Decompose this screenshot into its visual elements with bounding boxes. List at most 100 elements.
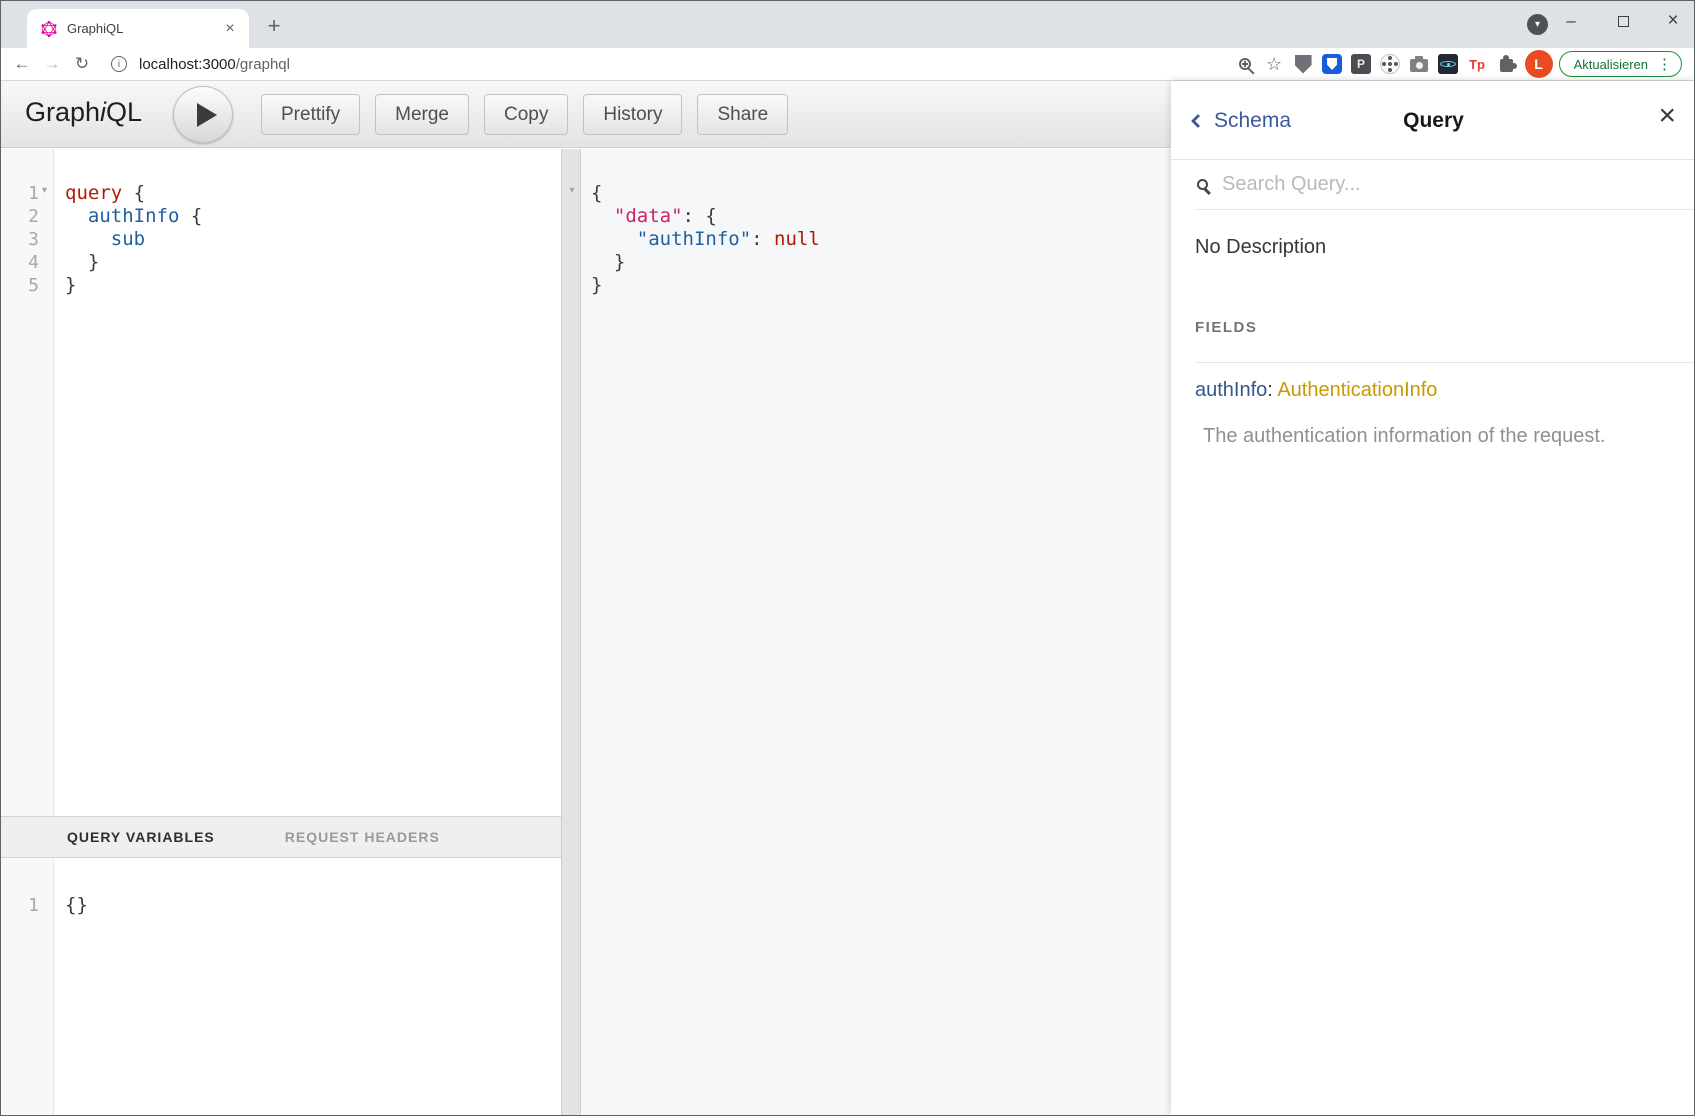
code-line: } xyxy=(65,274,202,297)
result-fold-caret-icon[interactable]: ▾ xyxy=(564,185,580,196)
line-number: 1 xyxy=(1,894,53,917)
menu-dots-icon[interactable]: ⋮ xyxy=(1657,55,1672,73)
code-line: { xyxy=(591,182,1171,205)
toolbar-button-prettify[interactable]: Prettify xyxy=(261,94,360,135)
line-number: 3 xyxy=(1,228,53,251)
docs-field-name-link[interactable]: authInfo xyxy=(1195,379,1267,401)
zoom-level-icon[interactable] xyxy=(1231,51,1260,77)
docs-search-input[interactable] xyxy=(1222,173,1652,196)
code-token: } xyxy=(591,251,625,273)
tab-close-icon[interactable]: × xyxy=(221,20,239,38)
reload-icon[interactable]: ↻ xyxy=(67,54,97,74)
pane-divider[interactable] xyxy=(561,149,581,1115)
update-browser-button[interactable]: Aktualisieren ⋮ xyxy=(1559,51,1682,77)
line-number: 2 xyxy=(1,205,53,228)
play-icon xyxy=(197,103,217,127)
variables-gutter: 1 xyxy=(1,858,54,1115)
back-icon[interactable]: ← xyxy=(7,54,37,74)
toolbar-button-merge[interactable]: Merge xyxy=(375,94,469,135)
tp-extension-icon[interactable]: Tp xyxy=(1463,51,1492,77)
code-token: : { xyxy=(683,205,717,227)
code-line: "authInfo": null xyxy=(591,228,1171,251)
query-editor-code[interactable]: query { authInfo { sub }} xyxy=(54,149,202,816)
query-variables-pane[interactable]: 1 {} xyxy=(1,858,561,1115)
profile-avatar[interactable]: L xyxy=(1525,50,1553,78)
maximize-icon xyxy=(1618,16,1629,27)
query-editor-pane[interactable]: 12345 query { authInfo { sub }} xyxy=(1,149,561,816)
browser-tab-graphiql[interactable]: GraphiQL × xyxy=(27,9,249,48)
code-line: "data": { xyxy=(591,205,1171,228)
docs-field-row: authInfo: AuthenticationInfo xyxy=(1195,379,1672,402)
forward-icon: → xyxy=(37,54,67,74)
code-token: query xyxy=(65,182,122,204)
bookmark-star-icon[interactable]: ☆ xyxy=(1260,51,1289,77)
code-token: { xyxy=(591,182,602,204)
fold-caret-icon[interactable]: ▾ xyxy=(42,185,47,196)
doc-explorer-header: Schema Query × xyxy=(1171,81,1695,160)
browser-window: GraphiQL × + ▾ – × ← → ↻ i localhost:300… xyxy=(0,0,1695,1116)
toolbar-button-copy[interactable]: Copy xyxy=(484,94,568,135)
window-close-button[interactable]: × xyxy=(1651,3,1695,39)
code-line: query { xyxy=(65,182,202,205)
toolbar-button-history[interactable]: History xyxy=(583,94,682,135)
graphiql-app: GraphiQL Prettify Merge Copy History Share 1… xyxy=(1,81,1694,1115)
toolbar-button-share[interactable]: Share xyxy=(697,94,788,135)
execute-query-button[interactable] xyxy=(173,86,233,143)
address-bar: ← → ↻ i localhost:3000/graphql ☆ P Tp L … xyxy=(1,48,1694,81)
window-maximize-button[interactable] xyxy=(1601,3,1645,39)
query-editor-gutter: 12345 xyxy=(1,149,54,816)
code-line: } xyxy=(591,251,1171,274)
code-line: } xyxy=(591,274,1171,297)
variables-tab-bar: QUERY VARIABLES REQUEST HEADERS xyxy=(1,816,561,858)
window-minimize-button[interactable]: – xyxy=(1549,3,1593,39)
line-number: 5 xyxy=(1,274,53,297)
p-extension-icon[interactable]: P xyxy=(1347,51,1376,77)
docs-close-icon[interactable]: × xyxy=(1658,101,1676,131)
response-code: { "data": { "authInfo": null }} xyxy=(581,149,1171,297)
dpad-extension-icon[interactable] xyxy=(1376,51,1405,77)
url-host: localhost:3000 xyxy=(139,56,236,73)
graphiql-toolbar: GraphiQL Prettify Merge Copy History Share xyxy=(1,81,1171,148)
tab-request-headers[interactable]: REQUEST HEADERS xyxy=(285,829,440,845)
camera-extension-icon[interactable] xyxy=(1405,51,1434,77)
code-token: "authInfo" xyxy=(591,228,751,250)
code-token: } xyxy=(65,274,76,296)
docs-field-type-link[interactable]: AuthenticationInfo xyxy=(1277,379,1437,401)
docs-no-description: No Description xyxy=(1195,236,1672,259)
url-bar[interactable]: localhost:3000/graphql xyxy=(139,56,290,73)
tab-title: GraphiQL xyxy=(67,21,221,36)
response-pane: { "data": { "authInfo": null }} xyxy=(581,149,1171,1115)
code-token: "data" xyxy=(591,205,683,227)
tab-query-variables[interactable]: QUERY VARIABLES xyxy=(67,829,215,845)
url-path: /graphql xyxy=(236,56,290,73)
graphiql-logo: GraphiQL xyxy=(25,97,142,128)
docs-search-row xyxy=(1195,160,1695,210)
code-token: : xyxy=(751,228,774,250)
code-token: { xyxy=(179,205,202,227)
code-line: sub xyxy=(65,228,202,251)
docs-field-description: The authentication information of the re… xyxy=(1203,425,1672,448)
site-info-icon[interactable]: i xyxy=(111,56,127,72)
docs-fields-header: FIELDS xyxy=(1195,319,1672,336)
tab-search-icon[interactable]: ▾ xyxy=(1527,14,1548,35)
code-token: { xyxy=(122,182,145,204)
doc-explorer-panel: Schema Query × No Description FIELDS aut… xyxy=(1171,81,1695,1115)
code-token: } xyxy=(591,274,602,296)
new-tab-button[interactable]: + xyxy=(259,11,289,41)
variables-code[interactable]: {} xyxy=(54,858,88,1115)
code-token: {} xyxy=(65,894,88,916)
code-line: } xyxy=(65,251,202,274)
code-token: } xyxy=(65,251,99,273)
docs-title: Query xyxy=(1171,81,1695,160)
code-token: authInfo xyxy=(65,205,179,227)
code-token: null xyxy=(774,228,820,250)
ublock-extension-icon[interactable] xyxy=(1289,51,1318,77)
code-line: {} xyxy=(65,894,88,917)
tab-strip: GraphiQL × + ▾ – × xyxy=(1,1,1694,48)
search-icon xyxy=(1197,179,1208,190)
bitwarden-extension-icon[interactable] xyxy=(1318,51,1347,77)
react-devtools-extension-icon[interactable] xyxy=(1434,51,1463,77)
extensions-puzzle-icon[interactable] xyxy=(1492,51,1521,77)
code-line: authInfo { xyxy=(65,205,202,228)
graphql-favicon-icon xyxy=(41,21,57,37)
